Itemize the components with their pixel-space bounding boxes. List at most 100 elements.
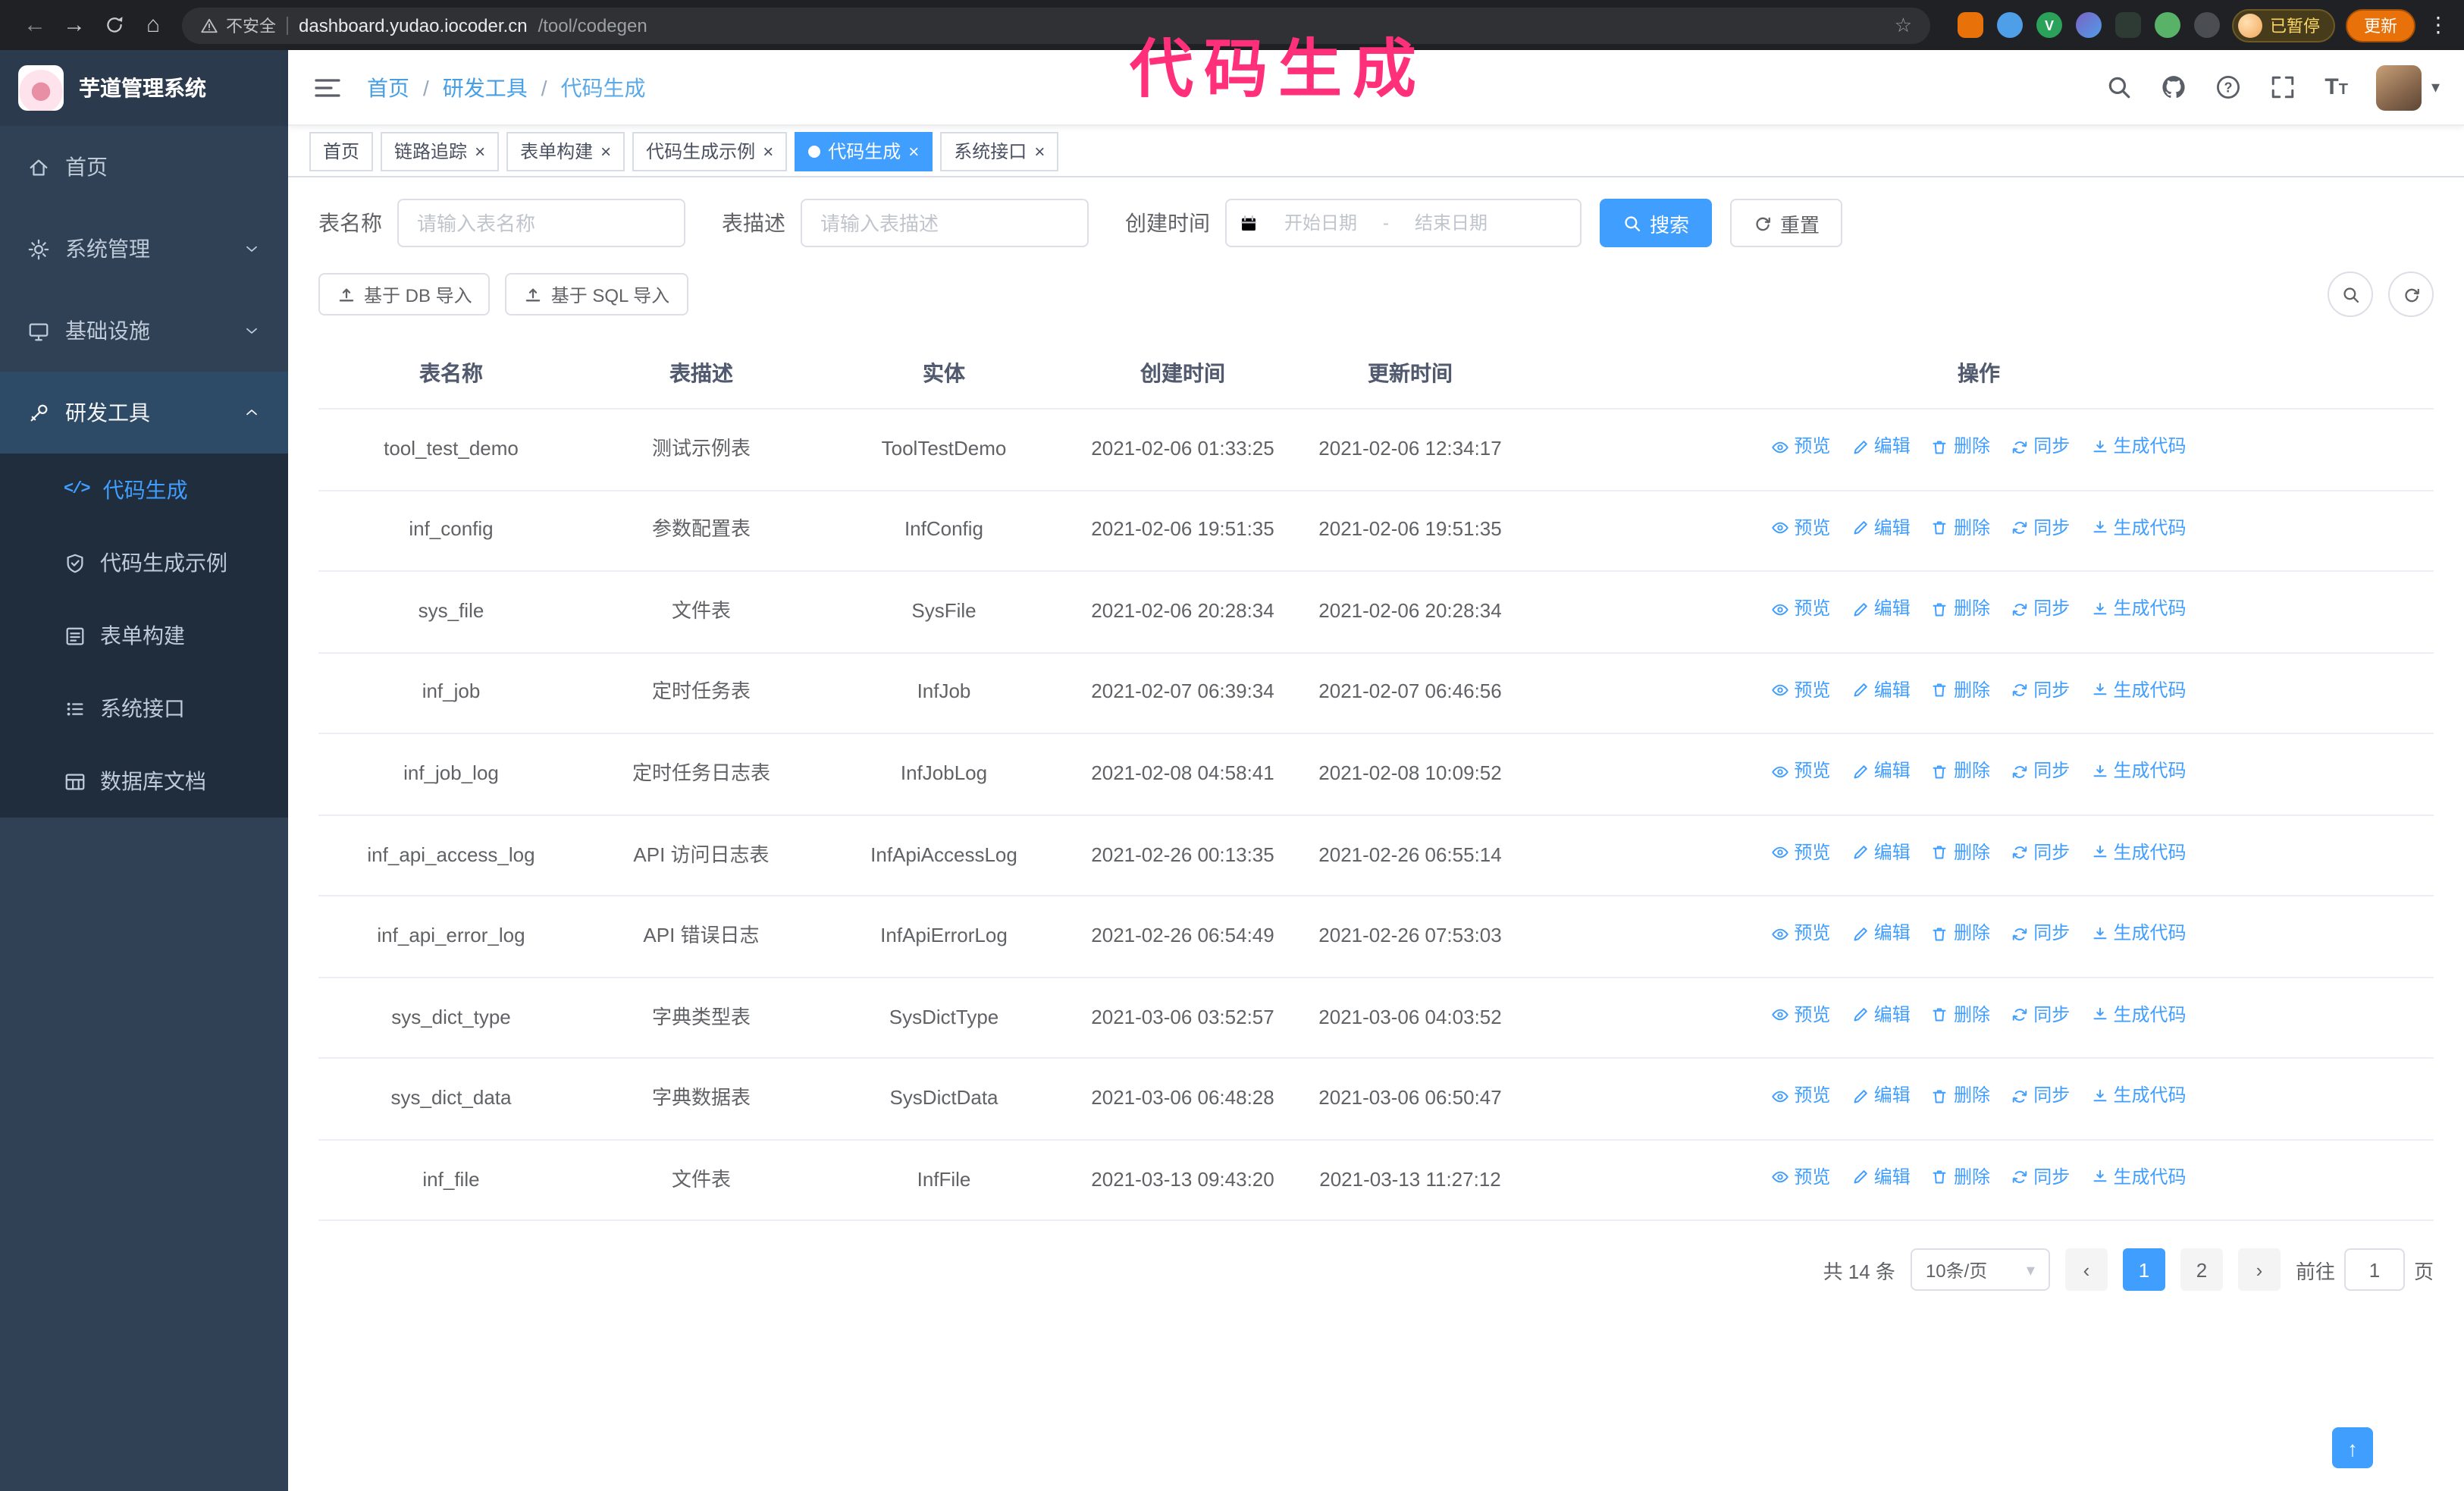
delete-link[interactable]: 删除 [1931,515,1990,541]
browser-back-button[interactable]: ← [15,5,55,45]
search-button[interactable]: 搜索 [1600,199,1713,247]
search-icon[interactable] [2106,74,2132,100]
table-desc-input[interactable] [801,199,1089,247]
preview-link[interactable]: 预览 [1771,921,1830,947]
breadcrumb-home[interactable]: 首页 [367,72,409,102]
extension-icon[interactable] [2155,12,2180,38]
close-icon[interactable]: × [1034,142,1045,160]
sidebar-item-system[interactable]: 系统管理 [0,208,288,290]
tab-home[interactable]: 首页 [309,131,374,171]
sync-link[interactable]: 同步 [2011,840,2070,866]
sync-link[interactable]: 同步 [2011,921,2070,947]
import-db-button[interactable]: 基于 DB 导入 [318,273,491,315]
browser-update-button[interactable]: 更新 [2346,8,2415,42]
edit-link[interactable]: 编辑 [1851,596,1911,623]
sidebar-item-form-builder[interactable]: 表单构建 [0,599,288,672]
extension-pin-icon[interactable] [2194,12,2220,38]
generate-code-link[interactable]: 生成代码 [2091,758,2187,785]
tab-tracing[interactable]: 链路追踪 × [381,131,500,171]
edit-link[interactable]: 编辑 [1851,1002,1911,1028]
preview-link[interactable]: 预览 [1771,434,1830,460]
preview-link[interactable]: 预览 [1771,515,1830,541]
page-button-1[interactable]: 1 [2122,1248,2165,1292]
delete-link[interactable]: 删除 [1931,1165,1990,1191]
preview-link[interactable]: 预览 [1771,840,1830,866]
sync-link[interactable]: 同步 [2011,677,2070,704]
extension-icon[interactable] [2076,12,2102,38]
tab-system-api[interactable]: 系统接口 × [940,131,1059,171]
edit-link[interactable]: 编辑 [1851,434,1911,460]
generate-code-link[interactable]: 生成代码 [2091,515,2187,541]
sync-link[interactable]: 同步 [2011,1165,2070,1191]
sidebar-item-db-doc[interactable]: 数据库文档 [0,745,288,818]
delete-link[interactable]: 删除 [1931,596,1990,623]
generate-code-link[interactable]: 生成代码 [2091,434,2187,460]
sidebar-item-codegen-example[interactable]: 代码生成示例 [0,526,288,599]
start-date-input[interactable] [1265,212,1377,234]
close-icon[interactable]: × [763,142,773,160]
github-icon[interactable] [2161,74,2187,100]
generate-code-link[interactable]: 生成代码 [2091,1084,2187,1110]
sync-link[interactable]: 同步 [2011,434,2070,460]
back-to-top-button[interactable]: ↑ [2332,1427,2373,1468]
font-size-icon[interactable]: TT [2324,74,2348,100]
reset-button[interactable]: 重置 [1730,199,1843,247]
preview-link[interactable]: 预览 [1771,677,1830,704]
delete-link[interactable]: 删除 [1931,1002,1990,1028]
sidebar-item-devtools[interactable]: 研发工具 [0,372,288,454]
delete-link[interactable]: 删除 [1931,677,1990,704]
sync-link[interactable]: 同步 [2011,596,2070,623]
sync-link[interactable]: 同步 [2011,515,2070,541]
edit-link[interactable]: 编辑 [1851,677,1911,704]
extension-icon[interactable] [2115,12,2141,38]
generate-code-link[interactable]: 生成代码 [2091,677,2187,704]
preview-link[interactable]: 预览 [1771,758,1830,785]
import-sql-button[interactable]: 基于 SQL 导入 [505,273,688,315]
refresh-table-button[interactable] [2388,272,2434,317]
page-size-select[interactable]: 10条/页 ▾ [1910,1248,2050,1292]
close-icon[interactable]: × [600,142,611,160]
user-menu[interactable]: ▾ [2376,64,2440,110]
sync-link[interactable]: 同步 [2011,758,2070,785]
table-name-input[interactable] [397,199,685,247]
extension-icon[interactable] [1958,12,1983,38]
next-page-button[interactable]: › [2237,1248,2281,1292]
tab-codegen[interactable]: 代码生成 × [795,131,933,171]
generate-code-link[interactable]: 生成代码 [2091,840,2187,866]
page-button-2[interactable]: 2 [2180,1248,2223,1292]
sync-link[interactable]: 同步 [2011,1002,2070,1028]
edit-link[interactable]: 编辑 [1851,758,1911,785]
prev-page-button[interactable]: ‹ [2064,1248,2108,1292]
delete-link[interactable]: 删除 [1931,758,1990,785]
breadcrumb-devtools[interactable]: 研发工具 [443,72,528,102]
bookmark-star-icon[interactable]: ☆ [1895,13,1912,37]
sidebar-item-system-api[interactable]: 系统接口 [0,672,288,745]
sidebar-item-home[interactable]: 首页 [0,126,288,208]
profile-paused-chip[interactable]: 已暂停 [2232,8,2335,42]
delete-link[interactable]: 删除 [1931,840,1990,866]
preview-link[interactable]: 预览 [1771,1084,1830,1110]
security-chip[interactable]: 不安全 [200,13,276,37]
generate-code-link[interactable]: 生成代码 [2091,921,2187,947]
end-date-input[interactable] [1395,212,1507,234]
fullscreen-icon[interactable] [2270,74,2296,100]
edit-link[interactable]: 编辑 [1851,921,1911,947]
browser-forward-button[interactable]: → [55,5,94,45]
toggle-search-button[interactable] [2328,272,2373,317]
close-icon[interactable]: × [908,142,919,160]
generate-code-link[interactable]: 生成代码 [2091,1165,2187,1191]
extension-icon[interactable]: V [2036,12,2062,38]
tab-codegen-example[interactable]: 代码生成示例 × [632,131,788,171]
extension-icon[interactable] [1997,12,2023,38]
date-range-picker[interactable]: - [1225,199,1582,247]
browser-menu-button[interactable]: ⋮ [2428,12,2449,38]
address-bar[interactable]: 不安全 dashboard.yudao.iocoder.cn/tool/code… [182,7,1930,43]
preview-link[interactable]: 预览 [1771,596,1830,623]
browser-home-button[interactable]: ⌂ [133,5,173,45]
delete-link[interactable]: 删除 [1931,1084,1990,1110]
sidebar-item-infra[interactable]: 基础设施 [0,290,288,372]
edit-link[interactable]: 编辑 [1851,1165,1911,1191]
close-icon[interactable]: × [475,142,485,160]
goto-page-input[interactable] [2343,1248,2405,1292]
tab-form-builder[interactable]: 表单构建 × [506,131,625,171]
